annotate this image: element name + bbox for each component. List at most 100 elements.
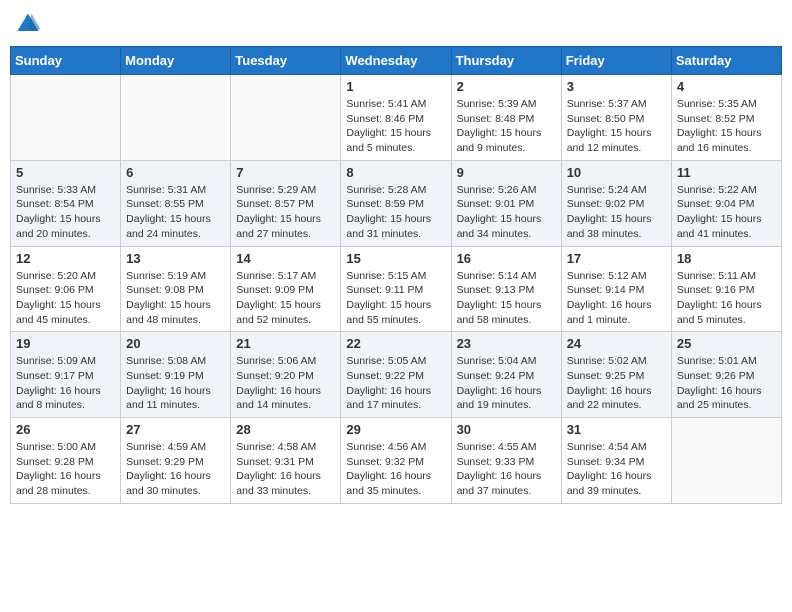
- day-info: Sunrise: 4:56 AMSunset: 9:32 PMDaylight:…: [346, 440, 445, 499]
- day-info: Sunrise: 5:09 AMSunset: 9:17 PMDaylight:…: [16, 354, 115, 413]
- calendar-day-cell: 14 Sunrise: 5:17 AMSunset: 9:09 PMDayligh…: [231, 246, 341, 332]
- calendar-day-cell: 1 Sunrise: 5:41 AMSunset: 8:46 PMDaylight…: [341, 75, 451, 161]
- day-number: 9: [457, 165, 556, 180]
- day-number: 1: [346, 79, 445, 94]
- day-number: 14: [236, 251, 335, 266]
- calendar-day-cell: 15Sunrise: 5:15 AMSunset: 9:11 PMDayligh…: [341, 246, 451, 332]
- day-info: Sunrise: 5:24 AMSunset: 9:02 PMDaylight:…: [567, 183, 666, 242]
- logo-icon: [14, 10, 42, 38]
- day-info: Sunrise: 5:15 AMSunset: 9:11 PMDaylight:…: [346, 269, 445, 328]
- day-info: Sunrise: 4:55 AMSunset: 9:33 PMDaylight:…: [457, 440, 556, 499]
- calendar-day-cell: 21Sunrise: 5:06 AMSunset: 9:20 PMDayligh…: [231, 332, 341, 418]
- day-number: 19: [16, 336, 115, 351]
- calendar-day-cell: 28Sunrise: 4:58 AMSunset: 9:31 PMDayligh…: [231, 418, 341, 504]
- day-info: Sunrise: 5:39 AMSunset: 8:48 PMDaylight:…: [457, 97, 556, 156]
- calendar-day-cell: 16Sunrise: 5:14 AMSunset: 9:13 PMDayligh…: [451, 246, 561, 332]
- day-number: 26: [16, 422, 115, 437]
- day-info: Sunrise: 5:02 AMSunset: 9:25 PMDaylight:…: [567, 354, 666, 413]
- weekday-header-monday: Monday: [121, 47, 231, 75]
- day-number: 22: [346, 336, 445, 351]
- calendar-day-cell: 9 Sunrise: 5:26 AMSunset: 9:01 PMDaylight…: [451, 160, 561, 246]
- day-info: Sunrise: 4:59 AMSunset: 9:29 PMDaylight:…: [126, 440, 225, 499]
- calendar-day-cell: [121, 75, 231, 161]
- calendar-day-cell: 22Sunrise: 5:05 AMSunset: 9:22 PMDayligh…: [341, 332, 451, 418]
- day-info: Sunrise: 5:04 AMSunset: 9:24 PMDaylight:…: [457, 354, 556, 413]
- calendar-day-cell: 13 Sunrise: 5:19 AMSunset: 9:08 PMDayligh…: [121, 246, 231, 332]
- day-info: Sunrise: 5:37 AMSunset: 8:50 PMDaylight:…: [567, 97, 666, 156]
- day-number: 10: [567, 165, 666, 180]
- calendar-day-cell: [11, 75, 121, 161]
- day-info: Sunrise: 5:11 AMSunset: 9:16 PMDaylight:…: [677, 269, 776, 328]
- calendar-day-cell: 3 Sunrise: 5:37 AMSunset: 8:50 PMDaylight…: [561, 75, 671, 161]
- calendar-day-cell: [671, 418, 781, 504]
- day-info: Sunrise: 5:33 AMSunset: 8:54 PMDaylight:…: [16, 183, 115, 242]
- day-info: Sunrise: 5:01 AMSunset: 9:26 PMDaylight:…: [677, 354, 776, 413]
- weekday-header-saturday: Saturday: [671, 47, 781, 75]
- weekday-header-tuesday: Tuesday: [231, 47, 341, 75]
- calendar-day-cell: 27 Sunrise: 4:59 AMSunset: 9:29 PMDayligh…: [121, 418, 231, 504]
- day-info: Sunrise: 5:28 AMSunset: 8:59 PMDaylight:…: [346, 183, 445, 242]
- day-number: 29: [346, 422, 445, 437]
- calendar-day-cell: 29 Sunrise: 4:56 AMSunset: 9:32 PMDayligh…: [341, 418, 451, 504]
- day-number: 6: [126, 165, 225, 180]
- day-number: 4: [677, 79, 776, 94]
- calendar-day-cell: 6 Sunrise: 5:31 AMSunset: 8:55 PMDaylight…: [121, 160, 231, 246]
- calendar-day-cell: 31Sunrise: 4:54 AMSunset: 9:34 PMDayligh…: [561, 418, 671, 504]
- day-number: 7: [236, 165, 335, 180]
- day-info: Sunrise: 5:12 AMSunset: 9:14 PMDaylight:…: [567, 269, 666, 328]
- calendar-week-row: 1 Sunrise: 5:41 AMSunset: 8:46 PMDaylight…: [11, 75, 782, 161]
- calendar-week-row: 26 Sunrise: 5:00 AMSunset: 9:28 PMDayligh…: [11, 418, 782, 504]
- calendar-day-cell: 25 Sunrise: 5:01 AMSunset: 9:26 PMDayligh…: [671, 332, 781, 418]
- calendar-day-cell: 26 Sunrise: 5:00 AMSunset: 9:28 PMDayligh…: [11, 418, 121, 504]
- weekday-header-wednesday: Wednesday: [341, 47, 451, 75]
- day-info: Sunrise: 5:22 AMSunset: 9:04 PMDaylight:…: [677, 183, 776, 242]
- calendar-day-cell: 5 Sunrise: 5:33 AMSunset: 8:54 PMDaylight…: [11, 160, 121, 246]
- calendar-day-cell: 30 Sunrise: 4:55 AMSunset: 9:33 PMDayligh…: [451, 418, 561, 504]
- day-number: 3: [567, 79, 666, 94]
- day-number: 21: [236, 336, 335, 351]
- day-info: Sunrise: 5:26 AMSunset: 9:01 PMDaylight:…: [457, 183, 556, 242]
- day-info: Sunrise: 5:17 AMSunset: 9:09 PMDaylight:…: [236, 269, 335, 328]
- calendar-day-cell: 8Sunrise: 5:28 AMSunset: 8:59 PMDaylight…: [341, 160, 451, 246]
- day-number: 17: [567, 251, 666, 266]
- day-number: 2: [457, 79, 556, 94]
- day-info: Sunrise: 5:14 AMSunset: 9:13 PMDaylight:…: [457, 269, 556, 328]
- day-info: Sunrise: 5:00 AMSunset: 9:28 PMDaylight:…: [16, 440, 115, 499]
- calendar-table: SundayMondayTuesdayWednesdayThursdayFrid…: [10, 46, 782, 504]
- calendar-day-cell: 10 Sunrise: 5:24 AMSunset: 9:02 PMDayligh…: [561, 160, 671, 246]
- calendar-day-cell: [231, 75, 341, 161]
- day-number: 11: [677, 165, 776, 180]
- day-number: 30: [457, 422, 556, 437]
- calendar-day-cell: 11 Sunrise: 5:22 AMSunset: 9:04 PMDayligh…: [671, 160, 781, 246]
- day-number: 23: [457, 336, 556, 351]
- day-number: 20: [126, 336, 225, 351]
- calendar-week-row: 19 Sunrise: 5:09 AMSunset: 9:17 PMDayligh…: [11, 332, 782, 418]
- calendar-day-cell: 20 Sunrise: 5:08 AMSunset: 9:19 PMDayligh…: [121, 332, 231, 418]
- day-info: Sunrise: 5:41 AMSunset: 8:46 PMDaylight:…: [346, 97, 445, 156]
- day-number: 18: [677, 251, 776, 266]
- calendar-day-cell: 24 Sunrise: 5:02 AMSunset: 9:25 PMDayligh…: [561, 332, 671, 418]
- weekday-header-sunday: Sunday: [11, 47, 121, 75]
- day-number: 31: [567, 422, 666, 437]
- day-number: 25: [677, 336, 776, 351]
- day-info: Sunrise: 5:08 AMSunset: 9:19 PMDaylight:…: [126, 354, 225, 413]
- calendar-day-cell: 7 Sunrise: 5:29 AMSunset: 8:57 PMDaylight…: [231, 160, 341, 246]
- day-info: Sunrise: 5:35 AMSunset: 8:52 PMDaylight:…: [677, 97, 776, 156]
- calendar-day-cell: 17 Sunrise: 5:12 AMSunset: 9:14 PMDayligh…: [561, 246, 671, 332]
- weekday-header-row: SundayMondayTuesdayWednesdayThursdayFrid…: [11, 47, 782, 75]
- page-header: [10, 10, 782, 38]
- calendar-day-cell: 12Sunrise: 5:20 AMSunset: 9:06 PMDayligh…: [11, 246, 121, 332]
- day-number: 13: [126, 251, 225, 266]
- day-info: Sunrise: 4:58 AMSunset: 9:31 PMDaylight:…: [236, 440, 335, 499]
- calendar-week-row: 5 Sunrise: 5:33 AMSunset: 8:54 PMDaylight…: [11, 160, 782, 246]
- day-info: Sunrise: 5:29 AMSunset: 8:57 PMDaylight:…: [236, 183, 335, 242]
- day-number: 27: [126, 422, 225, 437]
- day-info: Sunrise: 5:20 AMSunset: 9:06 PMDaylight:…: [16, 269, 115, 328]
- weekday-header-thursday: Thursday: [451, 47, 561, 75]
- calendar-day-cell: 18 Sunrise: 5:11 AMSunset: 9:16 PMDayligh…: [671, 246, 781, 332]
- day-info: Sunrise: 5:19 AMSunset: 9:08 PMDaylight:…: [126, 269, 225, 328]
- day-number: 24: [567, 336, 666, 351]
- day-number: 5: [16, 165, 115, 180]
- day-info: Sunrise: 5:31 AMSunset: 8:55 PMDaylight:…: [126, 183, 225, 242]
- logo: [14, 10, 46, 38]
